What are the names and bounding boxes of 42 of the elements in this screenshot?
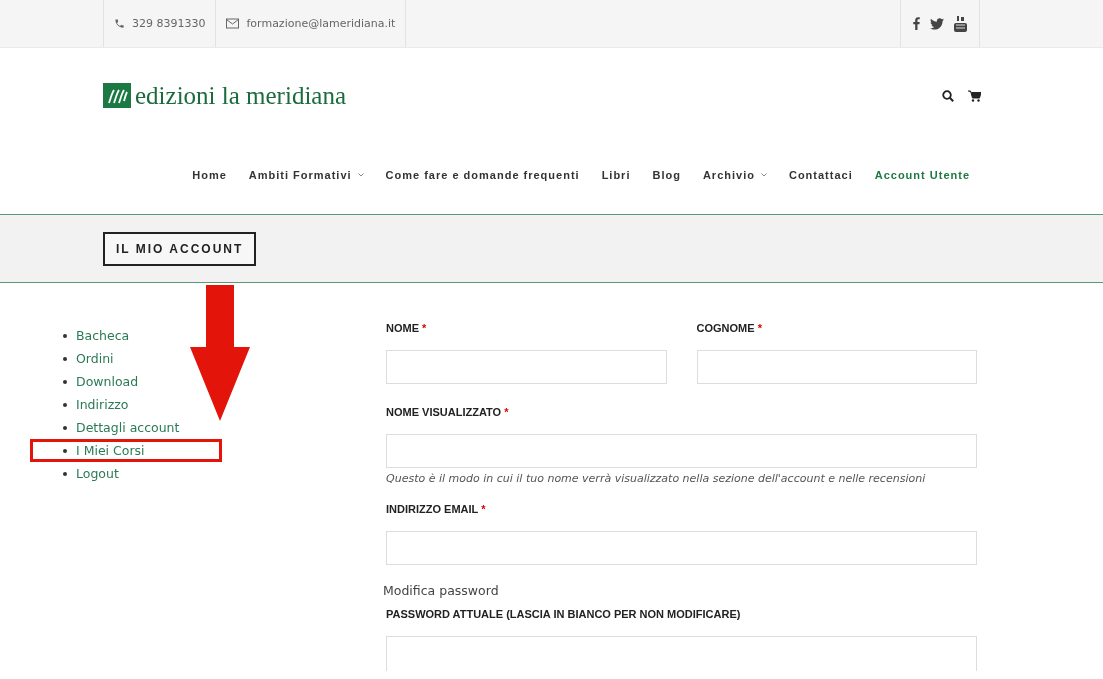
account-menu-item[interactable]: Bacheca: [30, 324, 133, 347]
nav-link[interactable]: Contattaci: [788, 169, 853, 181]
twitter-icon[interactable]: [930, 17, 944, 30]
nav-link[interactable]: Archivio: [702, 169, 767, 181]
nav-link[interactable]: Ambiti Formativi: [248, 169, 364, 181]
field-label: COGNOME *: [696, 322, 763, 336]
field-label: PASSWORD ATTUALE (LASCIA IN BIANCO PER NON MODIFICARE): [386, 608, 742, 622]
caret-icon: [357, 173, 364, 177]
nav-link[interactable]: Blog: [652, 169, 681, 181]
field-label: INDIRIZZO EMAIL *: [386, 503, 487, 517]
caret-icon: [760, 173, 767, 177]
facebook-icon[interactable]: [913, 17, 920, 30]
account-menu-item[interactable]: I Miei Corsi: [30, 439, 222, 462]
logo-icon[interactable]: [103, 83, 131, 108]
mail-icon: [226, 18, 240, 29]
account-menu-item[interactable]: Indirizzo: [30, 393, 132, 416]
field-hint: Questo è il modo in cui il tuo nome verrà visualizzato nella sezione dell'account e nelle recensioni: [386, 472, 927, 485]
nav-link[interactable]: Account Utente: [874, 169, 970, 181]
field-label: NOME *: [386, 322, 428, 336]
field-label: NOME VISUALIZZATO *: [386, 406, 510, 420]
phone-icon: [114, 18, 125, 29]
phone-number: 329 8391330: [132, 17, 206, 30]
input-field[interactable]: [386, 531, 977, 565]
account-menu-item[interactable]: Dettagli account: [30, 416, 183, 439]
email-address[interactable]: formazione@lameridiana.it: [246, 17, 396, 30]
nav-link[interactable]: Come fare e domande frequenti: [385, 169, 580, 181]
password-field[interactable]: [386, 636, 977, 671]
nav-link[interactable]: Libri: [601, 169, 631, 181]
search-icon[interactable]: [942, 89, 954, 102]
input-field[interactable]: [696, 350, 977, 384]
account-menu-item[interactable]: Ordini: [30, 347, 117, 370]
logo-text[interactable]: edizioni la meridiana: [135, 81, 347, 110]
input-field[interactable]: [386, 350, 667, 384]
section-legend: Modifica password: [383, 583, 977, 598]
account-menu-item[interactable]: Download: [30, 370, 142, 393]
nav-link[interactable]: Home: [192, 169, 227, 181]
page-title: IL MIO ACCOUNT: [103, 231, 257, 266]
arrow-icon: [190, 285, 250, 421]
account-menu-item[interactable]: Logout: [30, 462, 122, 485]
youtube-icon[interactable]: [954, 15, 967, 32]
input-field[interactable]: [386, 434, 977, 468]
cart-icon[interactable]: [968, 89, 981, 102]
